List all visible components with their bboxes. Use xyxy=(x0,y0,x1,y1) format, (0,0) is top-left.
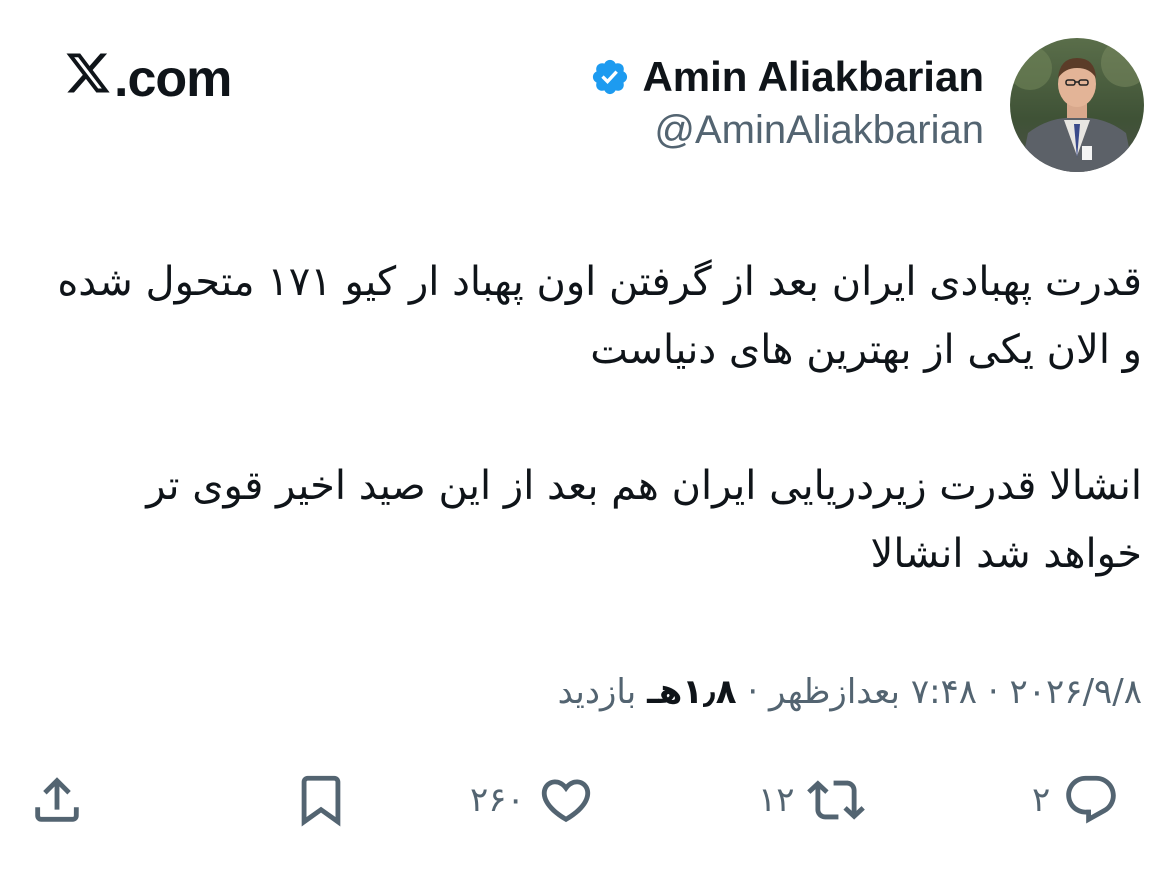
tweet-paragraph: انشالا قدرت زیردریایی ایران هم بعد از ای… xyxy=(146,463,1142,577)
tweet-time[interactable]: ۷:۴۸ بعدازظهر xyxy=(769,672,977,712)
views-label: بازدید xyxy=(557,672,637,712)
tweet-metadata: ۲۰۲۶/۹/۸ · ۷:۴۸ بعدازظهر · ۱٫۸هـ بازدید xyxy=(558,672,1142,712)
like-count: ۲۶۰ xyxy=(470,780,525,820)
author-display-name: Amin Aliakbarian xyxy=(642,53,984,100)
views-count: ۱٫۸هـ xyxy=(647,672,737,712)
bookmark-button[interactable] xyxy=(292,760,350,840)
x-logo-icon xyxy=(64,49,114,110)
logo-domain-text: .com xyxy=(114,50,232,108)
retweet-icon xyxy=(806,771,865,829)
x-logo[interactable]: .com xyxy=(64,44,232,114)
avatar[interactable] xyxy=(1010,38,1144,172)
meta-separator: · xyxy=(747,672,759,712)
retweet-count: ۱۲ xyxy=(758,780,795,820)
like-button[interactable]: ۲۶۰ xyxy=(470,760,595,840)
reply-icon xyxy=(1062,771,1120,829)
tweet-text: قدرت پهبادی ایران بعد از گرفتن اون پهباد… xyxy=(42,248,1142,588)
reply-button[interactable]: ۲ xyxy=(1032,760,1120,840)
share-icon xyxy=(28,771,86,829)
meta-separator: · xyxy=(987,672,999,712)
tweet-date[interactable]: ۲۰۲۶/۹/۸ xyxy=(1010,672,1142,712)
share-button[interactable] xyxy=(28,760,86,840)
author-handle[interactable]: @AminAliakbarian xyxy=(654,108,984,153)
tweet-paragraph: قدرت پهبادی ایران بعد از گرفتن اون پهباد… xyxy=(57,259,1142,373)
bookmark-icon xyxy=(292,771,350,829)
tweet-action-bar: ۲۶۰ ۱۲ ۲ xyxy=(0,760,1170,840)
verified-badge-icon xyxy=(590,57,630,97)
retweet-button[interactable]: ۱۲ xyxy=(758,760,865,840)
reply-count: ۲ xyxy=(1032,780,1051,820)
like-icon xyxy=(537,771,595,829)
author-name-row[interactable]: Amin Aliakbarian xyxy=(590,52,984,102)
